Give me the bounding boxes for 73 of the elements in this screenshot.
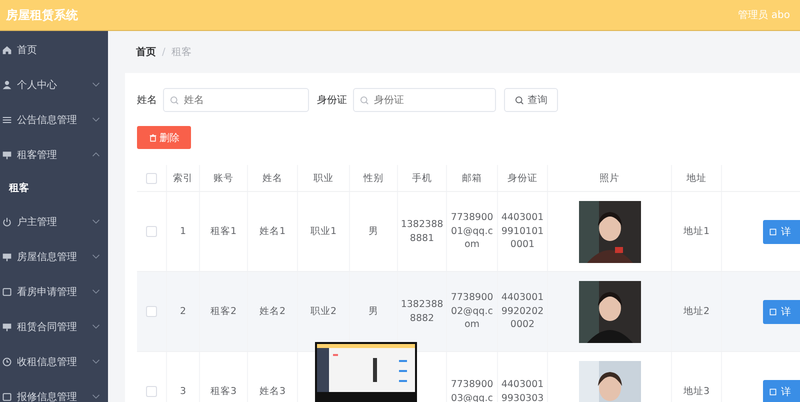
- document-icon: [769, 388, 777, 396]
- table-cell-text: 职业2: [309, 304, 338, 318]
- column-header: 职业: [314, 172, 334, 184]
- column-header: 账号: [214, 172, 234, 184]
- column-header: 照片: [600, 172, 620, 184]
- row-checkbox[interactable]: [146, 226, 157, 237]
- monitor-icon: [2, 252, 12, 262]
- column-header: 性别: [364, 172, 384, 184]
- table-cell-text: 姓名2: [258, 304, 287, 318]
- app-title: 房屋租赁系统: [6, 6, 78, 24]
- breadcrumb-item: 租客: [171, 46, 192, 59]
- table-cell-text: 姓名3: [258, 384, 287, 398]
- sidebar-item[interactable]: 公告信息管理: [0, 102, 108, 137]
- sidebar-item[interactable]: 个人中心: [0, 67, 108, 102]
- monitor-icon: [2, 322, 12, 332]
- square-icon: [2, 392, 12, 402]
- table-cell-text: 租客1: [209, 224, 238, 238]
- table-cell-text: 男: [368, 304, 380, 318]
- table-cell: 44030019930303: [500, 378, 544, 402]
- table-cell: 13823888881: [400, 218, 444, 246]
- table-cell-text: 姓名1: [258, 224, 287, 238]
- sidebar-item[interactable]: 收租信息管理: [0, 344, 108, 379]
- document-icon: [769, 228, 777, 236]
- table-cell: 773890002@qq.com: [450, 290, 494, 332]
- column-header: 邮箱: [462, 172, 482, 184]
- table-cell: 440300199202020002: [500, 290, 544, 332]
- search-icon: [170, 96, 179, 104]
- sidebar-item[interactable]: 租客管理: [0, 137, 108, 172]
- column-header: 索引: [173, 172, 193, 184]
- table-cell-text: 2: [178, 304, 188, 318]
- search-field[interactable]: 姓名: [163, 88, 309, 112]
- table-cell-text: 租客3: [209, 384, 238, 398]
- field-label: 姓名: [137, 94, 157, 107]
- sidebar-item[interactable]: 房屋信息管理: [0, 239, 108, 274]
- table-cell-text: 男: [368, 224, 380, 238]
- breadcrumb-item[interactable]: 首页: [136, 45, 156, 59]
- search-icon: [514, 96, 524, 104]
- table-cell-text: 租客2: [209, 304, 238, 318]
- row-checkbox[interactable]: [146, 386, 157, 397]
- table-cell-text: 地址2: [682, 304, 711, 318]
- power-icon: [2, 216, 12, 226]
- table-cell-text: 地址3: [682, 384, 711, 398]
- search-button[interactable]: 查询: [504, 88, 558, 112]
- table-cell: 13823888882: [400, 298, 444, 326]
- sidebar-item[interactable]: 看房申请管理: [0, 274, 108, 309]
- user-icon: [2, 80, 12, 90]
- trash-icon: [148, 134, 156, 142]
- column-header: 身份证: [508, 172, 538, 184]
- column-header: 手机: [412, 172, 432, 184]
- list-icon: [2, 114, 12, 124]
- search-field[interactable]: 身份证: [353, 88, 496, 112]
- clock-icon: [2, 356, 12, 366]
- monitor-icon: [2, 150, 12, 160]
- document-icon: [769, 308, 777, 316]
- column-header: 姓名: [262, 172, 282, 184]
- select-all-checkbox[interactable]: [146, 172, 157, 184]
- sidebar-item[interactable]: 租赁合同管理: [0, 309, 108, 344]
- square-icon: [2, 286, 12, 296]
- search-icon: [360, 96, 369, 104]
- table-cell: 773890001@qq.com: [450, 210, 494, 252]
- table-cell: 440300199101010001: [500, 210, 544, 252]
- column-header: 地址: [686, 172, 706, 184]
- sidebar-item[interactable]: 报修信息管理: [0, 379, 108, 402]
- table-cell-text: 职业1: [309, 224, 338, 238]
- table-cell-text: 地址1: [682, 224, 711, 238]
- home-icon: [2, 44, 12, 54]
- table-cell-text: 1: [178, 224, 188, 238]
- row-checkbox[interactable]: [146, 306, 157, 317]
- sidebar-item[interactable]: 首页: [0, 32, 108, 67]
- sidebar-item[interactable]: 户主管理: [0, 204, 108, 239]
- field-label: 身份证: [317, 94, 347, 107]
- table-cell-text: 3: [178, 384, 188, 398]
- breadcrumb-separator: /: [162, 46, 166, 58]
